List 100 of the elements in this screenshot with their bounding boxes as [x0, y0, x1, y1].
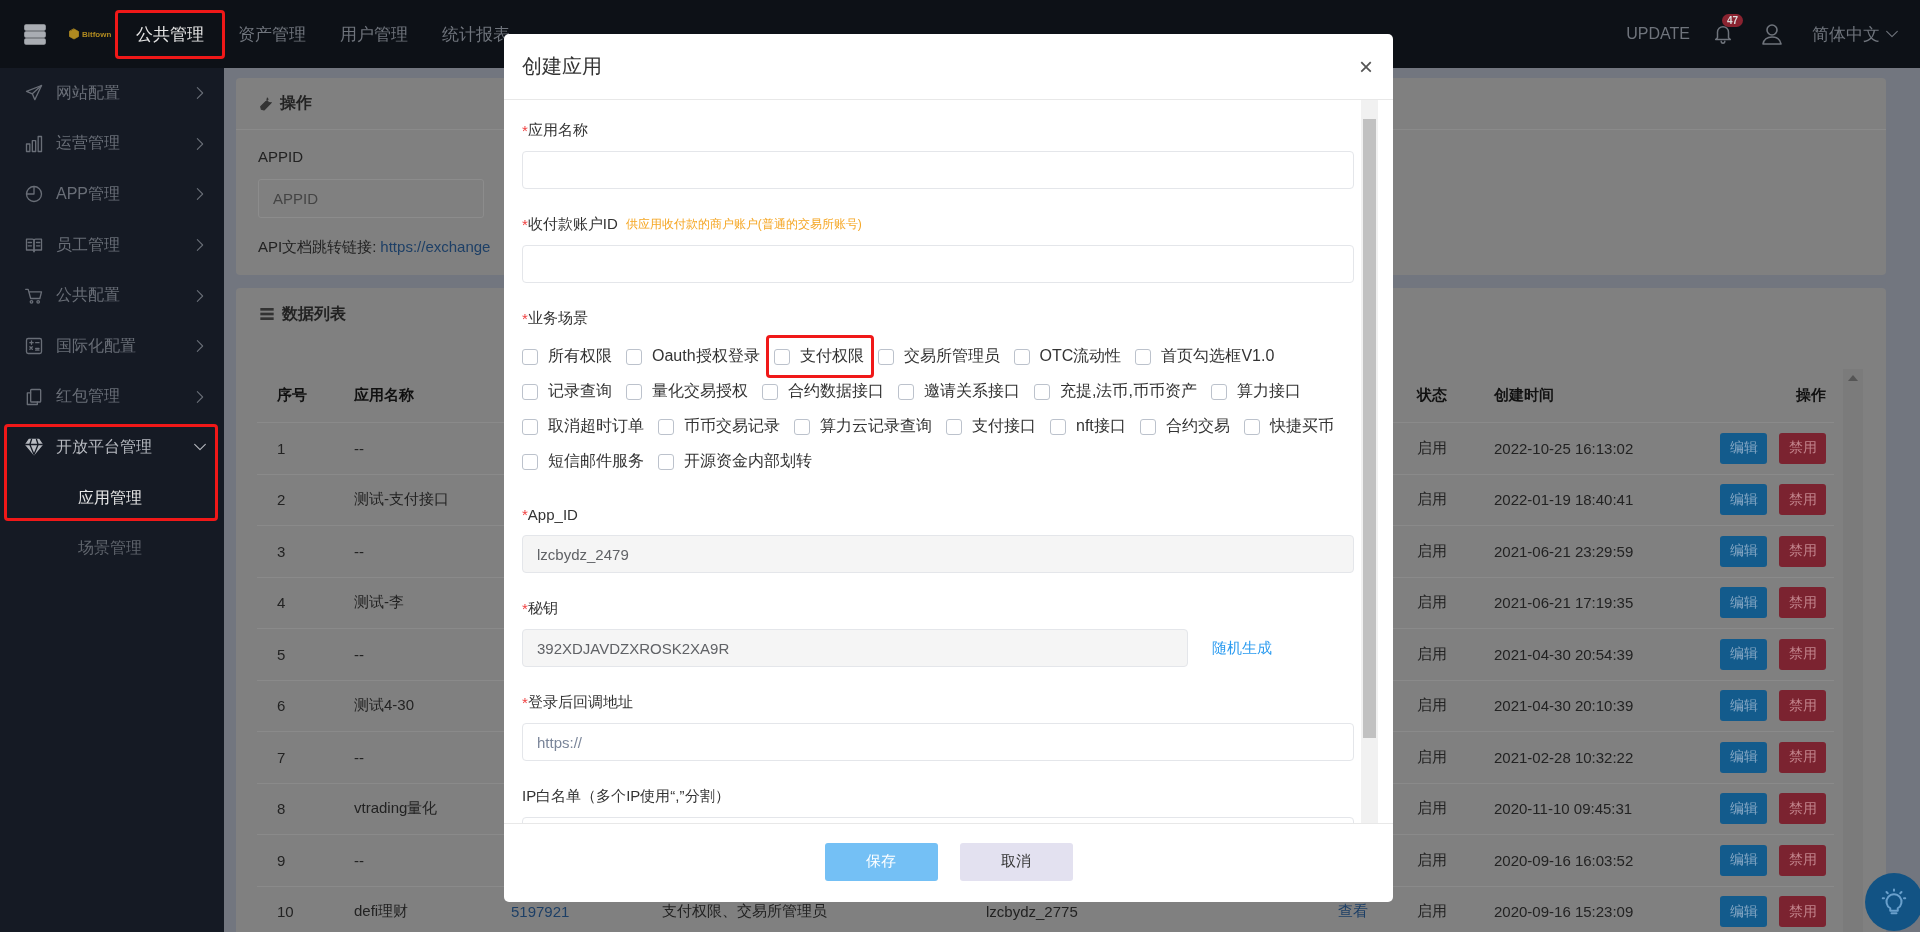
- table-cell-text: 启用: [1416, 593, 1448, 613]
- diamond-icon: [24, 437, 44, 458]
- sidebar-subitem[interactable]: 应用管理: [0, 472, 224, 524]
- table-cell-text: --: [353, 748, 365, 766]
- input-field[interactable]: [522, 245, 1354, 283]
- save-button[interactable]: 保存: [824, 842, 938, 881]
- edit-button[interactable]: 编辑: [1720, 793, 1767, 825]
- checkbox[interactable]: [626, 348, 642, 365]
- table-cell-text: 测试-支付接口: [353, 490, 450, 510]
- checkbox[interactable]: [877, 348, 894, 365]
- checkbox-label: 量化交易授权: [652, 381, 748, 401]
- cancel-button[interactable]: 取消: [959, 842, 1073, 881]
- api-doc-link[interactable]: https://exchange: [380, 238, 491, 257]
- checkbox[interactable]: [1243, 418, 1260, 435]
- checkbox-label: 币币交易记录: [684, 416, 780, 436]
- field-label: *应用名称: [522, 119, 589, 141]
- checkbox[interactable]: [1139, 418, 1156, 435]
- update-link[interactable]: UPDATE: [1626, 25, 1690, 43]
- scrollbar[interactable]: [1361, 100, 1378, 823]
- dialog-title: 创建应用: [522, 54, 602, 79]
- checkbox-label: 记录查询: [548, 381, 612, 401]
- checkbox[interactable]: [522, 418, 538, 435]
- checkbox[interactable]: [658, 418, 674, 435]
- checkbox-label: 首页勾选框V1.0: [1161, 346, 1275, 366]
- scrollbar[interactable]: [1843, 369, 1863, 932]
- checkbox[interactable]: [626, 383, 642, 400]
- sidebar-item[interactable]: 开放平台管理: [0, 422, 224, 473]
- checkbox[interactable]: [773, 348, 790, 365]
- sidebar-subitem[interactable]: 场景管理: [0, 523, 224, 574]
- field-label: *秘钥: [522, 597, 559, 619]
- edit-button[interactable]: 编辑: [1720, 741, 1767, 773]
- sidebar-item[interactable]: 国际化配置: [0, 320, 224, 372]
- disable-button[interactable]: 禁用: [1779, 741, 1826, 773]
- checkbox[interactable]: [1050, 418, 1066, 435]
- checkbox[interactable]: [658, 453, 674, 470]
- table-cell-text: 启用: [1416, 850, 1448, 870]
- disable-button[interactable]: 禁用: [1779, 690, 1826, 722]
- checkbox[interactable]: [898, 383, 914, 400]
- edit-button[interactable]: 编辑: [1720, 432, 1767, 464]
- nav-tab[interactable]: 公共管理: [119, 9, 222, 59]
- sidebar-item[interactable]: 公共配置: [0, 270, 224, 321]
- brand-name: Bitfown: [82, 29, 112, 39]
- field-label: *业务场景: [522, 307, 589, 329]
- table-cell-text: defi理财: [353, 902, 410, 922]
- sidebar-item[interactable]: 红包管理: [0, 371, 224, 423]
- disable-button[interactable]: 禁用: [1779, 535, 1826, 567]
- table-cell-text: 8: [276, 800, 287, 818]
- input-field[interactable]: https://: [522, 723, 1354, 761]
- table-cell-text: 2022-01-19 18:40:41: [1493, 491, 1635, 509]
- disable-button[interactable]: 禁用: [1779, 844, 1826, 876]
- sidebar-item[interactable]: 运营管理: [0, 118, 224, 170]
- checkbox[interactable]: [522, 453, 538, 470]
- checkbox-label: 邀请关系接口: [924, 381, 1020, 401]
- checkbox[interactable]: [522, 383, 538, 400]
- checkbox[interactable]: [1034, 383, 1050, 400]
- sidebar-item[interactable]: APP管理: [0, 169, 224, 220]
- checkbox[interactable]: [762, 383, 778, 400]
- table-cell-text: 2020-09-16 15:23:09: [1493, 903, 1635, 921]
- view-link[interactable]: 查看: [1318, 902, 1397, 922]
- edit-button[interactable]: 编辑: [1720, 844, 1767, 876]
- disable-button[interactable]: 禁用: [1779, 432, 1826, 464]
- checkbox-label: OTC流动性: [1039, 346, 1122, 366]
- nav-tab[interactable]: 资产管理: [221, 9, 324, 59]
- sidebar-item[interactable]: 网站配置: [0, 68, 224, 119]
- nav-tab[interactable]: 用户管理: [323, 9, 426, 59]
- generate-link[interactable]: 随机生成: [1212, 638, 1272, 658]
- appid-field[interactable]: APPID: [258, 179, 484, 218]
- edit-button[interactable]: 编辑: [1720, 587, 1767, 619]
- edit-button[interactable]: 编辑: [1720, 690, 1767, 722]
- language-selector[interactable]: 简体中文: [1806, 21, 1906, 47]
- checkbox[interactable]: [1013, 348, 1030, 365]
- disable-button[interactable]: 禁用: [1779, 587, 1826, 619]
- table-cell-text: --: [353, 851, 365, 869]
- sidebar-item[interactable]: 员工管理: [0, 219, 224, 271]
- column-header: 操作: [1795, 386, 1827, 405]
- edit-button[interactable]: 编辑: [1720, 535, 1767, 567]
- field-hint: 供应用收付款的商户账户(普通的交易所账号): [625, 215, 862, 233]
- table-cell-text: 启用: [1416, 902, 1448, 922]
- disable-button[interactable]: 禁用: [1779, 793, 1826, 825]
- checkbox[interactable]: [1135, 348, 1152, 365]
- bar-chart-icon: [24, 133, 44, 154]
- checkbox-label: 支付权限: [799, 346, 864, 366]
- edit-button[interactable]: 编辑: [1720, 484, 1767, 516]
- disable-button[interactable]: 禁用: [1779, 638, 1826, 670]
- table-cell-text: 9: [276, 851, 287, 869]
- input-field[interactable]: lzcbydz_2479: [522, 535, 1354, 573]
- edit-button[interactable]: 编辑: [1720, 896, 1767, 928]
- checkbox[interactable]: [794, 418, 810, 435]
- input-field[interactable]: [522, 151, 1354, 189]
- disable-button[interactable]: 禁用: [1779, 896, 1826, 928]
- checkbox[interactable]: [522, 348, 538, 365]
- edit-button[interactable]: 编辑: [1720, 638, 1767, 670]
- appid-link[interactable]: 5197921: [491, 903, 642, 921]
- checkbox[interactable]: [1210, 383, 1227, 400]
- checkbox[interactable]: [946, 418, 962, 435]
- disable-button[interactable]: 禁用: [1779, 484, 1826, 516]
- close-button[interactable]: ×: [1359, 52, 1373, 81]
- input-field[interactable]: 392XDJAVDZXROSK2XA9R: [522, 629, 1188, 667]
- checkbox-label: 短信邮件服务: [548, 451, 644, 471]
- bell-icon: [1712, 23, 1734, 45]
